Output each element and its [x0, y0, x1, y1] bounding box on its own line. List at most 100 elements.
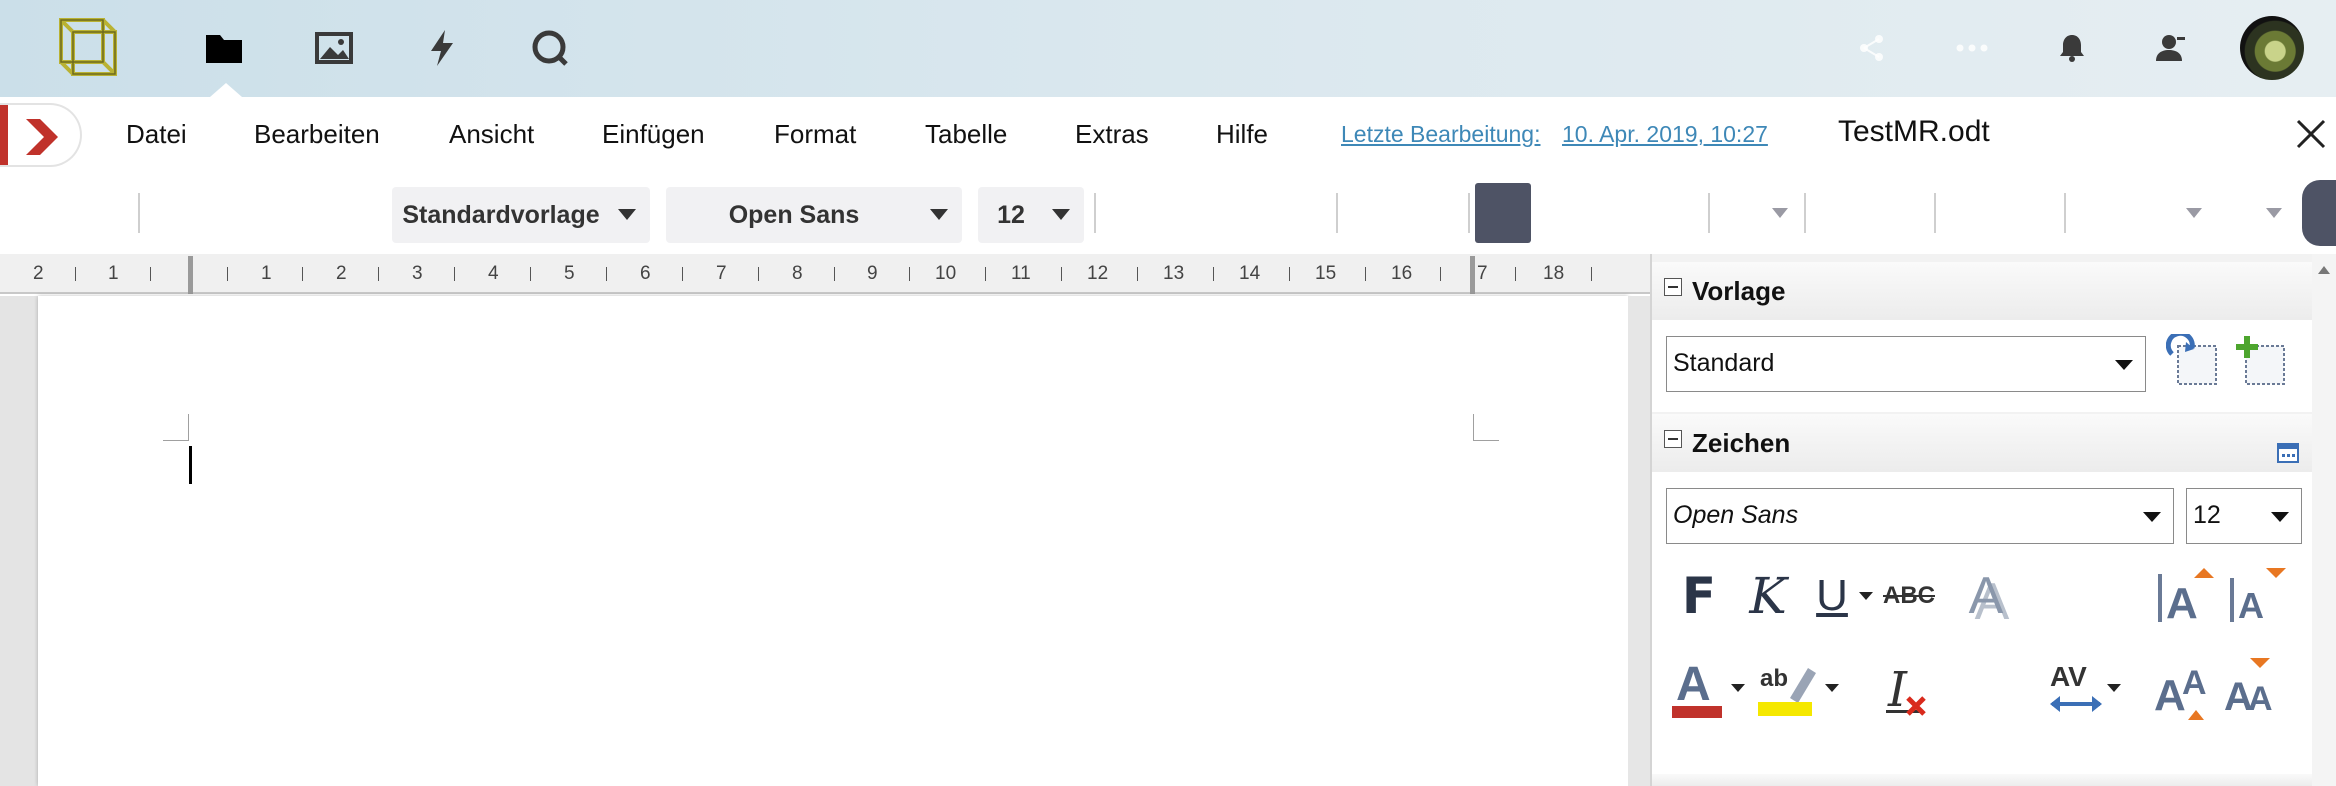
photos-app-icon[interactable] — [306, 20, 362, 76]
menu-datei[interactable]: Datei — [126, 119, 187, 150]
ruler-tick — [530, 267, 531, 281]
bold-icon[interactable]: F — [1674, 564, 1724, 628]
chevron-down-icon — [2271, 512, 2289, 522]
sidebar-scrollbar[interactable] — [2312, 254, 2336, 786]
paragraph-style-dropdown[interactable]: Standard — [1666, 336, 2146, 392]
sidebar-font-size-value: 12 — [2193, 501, 2221, 529]
right-margin-marker[interactable] — [1470, 256, 1475, 294]
ruler-mark: 14 — [1239, 263, 1261, 284]
shadow-icon[interactable]: A — [1956, 564, 2016, 628]
chevron-down-icon[interactable] — [1822, 678, 1842, 698]
document-page[interactable] — [38, 296, 1628, 786]
chevron-down-icon[interactable] — [1772, 208, 1788, 218]
sidebar-font-size-dropdown[interactable]: 12 — [2186, 488, 2302, 544]
ruler-tick — [1289, 267, 1290, 281]
font-color-button[interactable] — [1475, 183, 1531, 243]
document-logo-icon[interactable] — [0, 103, 82, 167]
ruler-tick — [1061, 267, 1062, 281]
ruler-tick — [682, 267, 683, 281]
more-icon[interactable] — [1952, 28, 1992, 68]
files-app-icon[interactable] — [196, 20, 252, 76]
top-header — [0, 0, 2336, 97]
character-spacing-icon[interactable]: AV — [2048, 654, 2104, 724]
left-margin-marker[interactable] — [188, 256, 193, 294]
ruler-mark: 10 — [935, 263, 957, 284]
ruler-tick — [606, 267, 607, 281]
svg-text:A: A — [2238, 585, 2264, 626]
ruler-mark: 6 — [640, 263, 651, 284]
font-color-icon[interactable]: A — [1668, 654, 1726, 724]
superscript-icon[interactable]: AA — [2152, 654, 2216, 724]
talk-app-icon[interactable] — [522, 20, 578, 76]
chevron-down-icon — [2115, 360, 2133, 370]
toolbar-separator — [2064, 193, 2066, 233]
app-window: Datei Bearbeiten Ansicht Einfügen Format… — [0, 0, 2336, 786]
ruler-mark: 8 — [792, 263, 803, 284]
ruler-tick — [227, 267, 228, 281]
menu-bar: Datei Bearbeiten Ansicht Einfügen Format… — [0, 97, 2336, 175]
menu-bearbeiten[interactable]: Bearbeiten — [254, 119, 380, 150]
subscript-icon[interactable]: AA — [2222, 654, 2286, 724]
horizontal-ruler[interactable]: 2 1 1 2 3 4 5 6 7 8 9 10 11 12 13 14 15 — [0, 254, 1650, 294]
user-avatar[interactable] — [2240, 16, 2304, 80]
menu-tabelle[interactable]: Tabelle — [925, 119, 1007, 150]
shrink-font-icon[interactable]: A — [2226, 564, 2290, 628]
menu-einfuegen[interactable]: Einfügen — [602, 119, 705, 150]
toolbar-overflow-button[interactable] — [2302, 180, 2336, 246]
text-boundary-corner — [1473, 414, 1474, 440]
strikethrough-icon[interactable]: ABC — [1880, 564, 1938, 628]
share-icon[interactable] — [1852, 28, 1892, 68]
sidebar-splitter[interactable] — [1628, 296, 1650, 786]
last-edit-date[interactable]: 10. Apr. 2019, 10:27 — [1562, 121, 1768, 148]
chevron-down-icon — [1052, 209, 1070, 220]
scroll-up-icon[interactable] — [2318, 266, 2330, 274]
sidebar-font-name-dropdown[interactable]: Open Sans — [1666, 488, 2174, 544]
last-edit-label[interactable]: Letzte Bearbeitung: — [1341, 121, 1540, 148]
grow-font-icon[interactable]: A — [2154, 564, 2218, 628]
document-logo-stripe — [0, 105, 8, 165]
chevron-down-icon[interactable] — [1728, 678, 1748, 698]
more-options-icon[interactable] — [2276, 442, 2300, 464]
svg-text:I: I — [1887, 662, 1908, 718]
paragraph-style-value: Standardvorlage — [402, 200, 600, 229]
svg-text:A: A — [2248, 680, 2273, 718]
activity-app-icon[interactable] — [414, 20, 470, 76]
menu-hilfe[interactable]: Hilfe — [1216, 119, 1268, 150]
chevron-down-icon[interactable] — [2266, 208, 2282, 218]
document-canvas[interactable] — [0, 296, 1650, 786]
shadow-glyph: A — [1968, 567, 2004, 625]
italic-icon[interactable]: K — [1740, 564, 1796, 628]
update-style-icon[interactable] — [2166, 334, 2220, 388]
menu-ansicht[interactable]: Ansicht — [449, 119, 534, 150]
toolbar-separator — [1468, 193, 1470, 233]
notifications-bell-icon[interactable] — [2052, 28, 2092, 68]
paragraph-style-select[interactable]: Standardvorlage — [392, 187, 650, 243]
menu-format[interactable]: Format — [774, 119, 856, 150]
highlight-color-icon[interactable]: ab — [1756, 654, 1818, 724]
panel-vorlage-title: Vorlage — [1692, 276, 1786, 306]
ruler-tick — [1591, 267, 1592, 281]
contacts-icon[interactable] — [2150, 28, 2190, 68]
ruler-tick — [1440, 267, 1441, 281]
collapse-icon[interactable] — [1664, 430, 1682, 448]
chevron-down-icon[interactable] — [1856, 586, 1876, 606]
panel-zeichen-header[interactable]: Zeichen — [1652, 414, 2314, 472]
cloud-logo[interactable] — [55, 14, 121, 80]
close-icon[interactable] — [2292, 115, 2330, 153]
text-boundary-corner — [163, 440, 189, 441]
collapse-icon[interactable] — [1664, 278, 1682, 296]
svg-text:AV: AV — [2050, 661, 2087, 692]
panel-vorlage-header[interactable]: Vorlage — [1652, 262, 2314, 320]
clear-formatting-icon[interactable]: I — [1878, 654, 1938, 724]
new-style-icon[interactable] — [2234, 334, 2288, 388]
underline-icon[interactable]: U — [1810, 564, 1854, 628]
font-name-select[interactable]: Open Sans — [666, 187, 962, 243]
chevron-down-icon[interactable] — [2186, 208, 2202, 218]
font-size-select[interactable]: 12 — [978, 187, 1084, 243]
chevron-down-icon[interactable] — [2104, 678, 2124, 698]
svg-text:A: A — [1676, 658, 1711, 711]
ruler-tick — [1213, 267, 1214, 281]
menu-extras[interactable]: Extras — [1075, 119, 1149, 150]
text-boundary-corner — [188, 414, 189, 440]
ruler-mark: 5 — [564, 263, 575, 284]
